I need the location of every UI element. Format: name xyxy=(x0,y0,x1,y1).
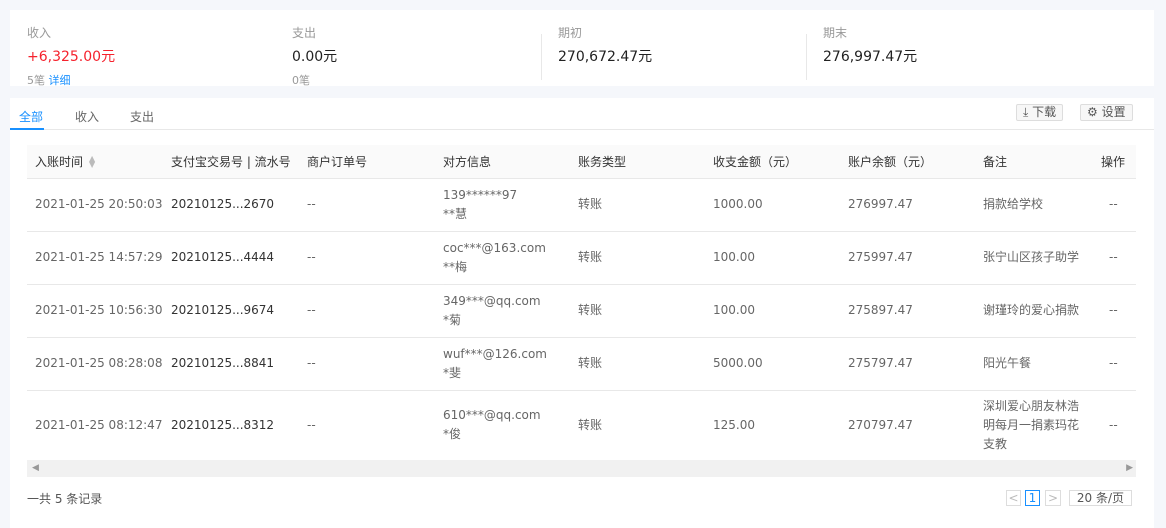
cell: 1000.00 xyxy=(705,178,840,232)
cell: -- xyxy=(1093,178,1136,232)
cell: 深圳爱心朋友林浩明每月一捐素玛花支教 xyxy=(975,390,1093,461)
cell: 275997.47 xyxy=(840,231,975,285)
column-header: 支付宝交易号 | 流水号 xyxy=(163,145,299,179)
income-value: +6,325.00 xyxy=(27,49,102,65)
column-header: 收支金额（元） xyxy=(705,145,840,179)
cell: 2021-01-25 08:12:47 xyxy=(27,390,163,461)
column-header: 账户余额（元） xyxy=(840,145,975,179)
cell: 20210125...9674 xyxy=(163,284,299,338)
gear-icon: ⚙ xyxy=(1087,105,1098,119)
column-header: 账务类型 xyxy=(570,145,705,179)
total-records: 一共 5 条记录 xyxy=(27,492,103,506)
summary-income: 收入 +6,325.00元 5笔 详细 xyxy=(27,26,116,86)
cell: 转账 xyxy=(570,231,705,285)
table-row: 2021-01-25 08:12:47 20210125...8312 -- 610*… xyxy=(27,390,1136,461)
closing-value: 276,997.47 xyxy=(823,49,904,65)
cell: 20210125...2670 xyxy=(163,178,299,232)
download-button[interactable]: ⤓ 下载 xyxy=(1016,104,1064,121)
tab-expense[interactable]: 支出 xyxy=(130,108,154,125)
summary-closing: 期末 276,997.47元 xyxy=(823,26,918,65)
cell: -- xyxy=(299,178,435,232)
next-page-button[interactable]: > xyxy=(1045,490,1061,506)
cell: 20210125...4444 xyxy=(163,231,299,285)
cell: -- xyxy=(1093,337,1136,391)
cell: 270797.47 xyxy=(840,390,975,461)
table-row: 2021-01-25 14:57:29 20210125...4444 -- coc*… xyxy=(27,231,1136,285)
cell: 谢瑾玲的爱心捐款 xyxy=(975,284,1093,338)
cell: 捐款给学校 xyxy=(975,178,1093,232)
table-row: 2021-01-25 20:50:03 20210125...2670 -- 139*… xyxy=(27,178,1136,232)
cell: 5000.00 xyxy=(705,337,840,391)
table-row: 2021-01-25 10:56:30 20210125...9674 -- 349*… xyxy=(27,284,1136,338)
cell: 2021-01-25 14:57:29 xyxy=(27,231,163,285)
tab-all[interactable]: 全部 xyxy=(19,108,43,125)
settings-button[interactable]: ⚙ 设置 xyxy=(1080,104,1133,121)
cell: -- xyxy=(1093,284,1136,338)
cell: 2021-01-25 10:56:30 xyxy=(27,284,163,338)
cell: -- xyxy=(1093,231,1136,285)
cell: 转账 xyxy=(570,178,705,232)
cell: 610***@qq.com *俊 xyxy=(435,390,570,461)
summary-expense: 支出 0.00元 0笔 xyxy=(292,26,338,86)
cell: 张宁山区孩子助学 xyxy=(975,231,1093,285)
cell: -- xyxy=(299,390,435,461)
scroll-left-icon[interactable]: ◀ xyxy=(32,463,39,473)
transactions-table: 入账时间 ▲ ▼ 支付宝交易号 | 流水号 商户订单号 对方信息 账务类型 收支金额（元） 账户… xyxy=(27,145,1136,461)
transactions-panel: 全部 收入 支出 ⤓ 下载 ⚙ 设置 入账时间 ▲ ▼ 支付宝交易号 | 流水号 商户订… xyxy=(10,98,1154,528)
active-tab-indicator xyxy=(10,128,44,130)
cell: 转账 xyxy=(570,390,705,461)
summary-card: 收入 +6,325.00元 5笔 详细 支出 0.00元 0笔 期初 270,6… xyxy=(10,10,1154,86)
income-detail-link[interactable]: 详细 xyxy=(49,74,71,86)
cell: 100.00 xyxy=(705,284,840,338)
column-header: 对方信息 xyxy=(435,145,570,179)
cell: -- xyxy=(1093,390,1136,461)
cell: 20210125...8312 xyxy=(163,390,299,461)
page-size-select[interactable]: 20 条/页 xyxy=(1069,490,1132,506)
cell: 2021-01-25 20:50:03 xyxy=(27,178,163,232)
page-1-button[interactable]: 1 xyxy=(1025,490,1040,506)
scroll-right-icon[interactable]: ▶ xyxy=(1126,463,1133,473)
horizontal-scrollbar[interactable]: ◀ ▶ xyxy=(27,460,1136,477)
expense-value: 0.00 xyxy=(292,49,324,65)
download-icon: ⤓ xyxy=(1023,105,1029,119)
cell: 阳光午餐 xyxy=(975,337,1093,391)
cell: -- xyxy=(299,231,435,285)
prev-page-button[interactable]: < xyxy=(1006,490,1021,506)
column-header: 备注 xyxy=(975,145,1093,179)
cell: -- xyxy=(299,284,435,338)
cell: 275897.47 xyxy=(840,284,975,338)
cell: 2021-01-25 08:28:08 xyxy=(27,337,163,391)
column-header[interactable]: 入账时间 ▲ ▼ xyxy=(27,145,163,179)
cell: coc***@163.com **梅 xyxy=(435,231,570,285)
cell: 转账 xyxy=(570,337,705,391)
cell: 125.00 xyxy=(705,390,840,461)
cell: 275797.47 xyxy=(840,337,975,391)
divider xyxy=(541,34,542,80)
sort-icon[interactable]: ▲ ▼ xyxy=(89,155,95,169)
cell: 20210125...8841 xyxy=(163,337,299,391)
cell: 100.00 xyxy=(705,231,840,285)
cell: 276997.47 xyxy=(840,178,975,232)
cell: 349***@qq.com *菊 xyxy=(435,284,570,338)
summary-opening: 期初 270,672.47元 xyxy=(558,26,653,65)
cell: 139******97 **慧 xyxy=(435,178,570,232)
table-row: 2021-01-25 08:28:08 20210125...8841 -- wuf*… xyxy=(27,337,1136,391)
column-header: 操作 xyxy=(1093,145,1136,179)
divider xyxy=(806,34,807,80)
cell: wuf***@126.com *斐 xyxy=(435,337,570,391)
cell: -- xyxy=(299,337,435,391)
column-header: 商户订单号 xyxy=(299,145,435,179)
opening-value: 270,672.47 xyxy=(558,49,639,65)
tab-income[interactable]: 收入 xyxy=(75,108,99,125)
cell: 转账 xyxy=(570,284,705,338)
tab-bar: 全部 收入 支出 ⤓ 下载 ⚙ 设置 xyxy=(10,98,1154,130)
